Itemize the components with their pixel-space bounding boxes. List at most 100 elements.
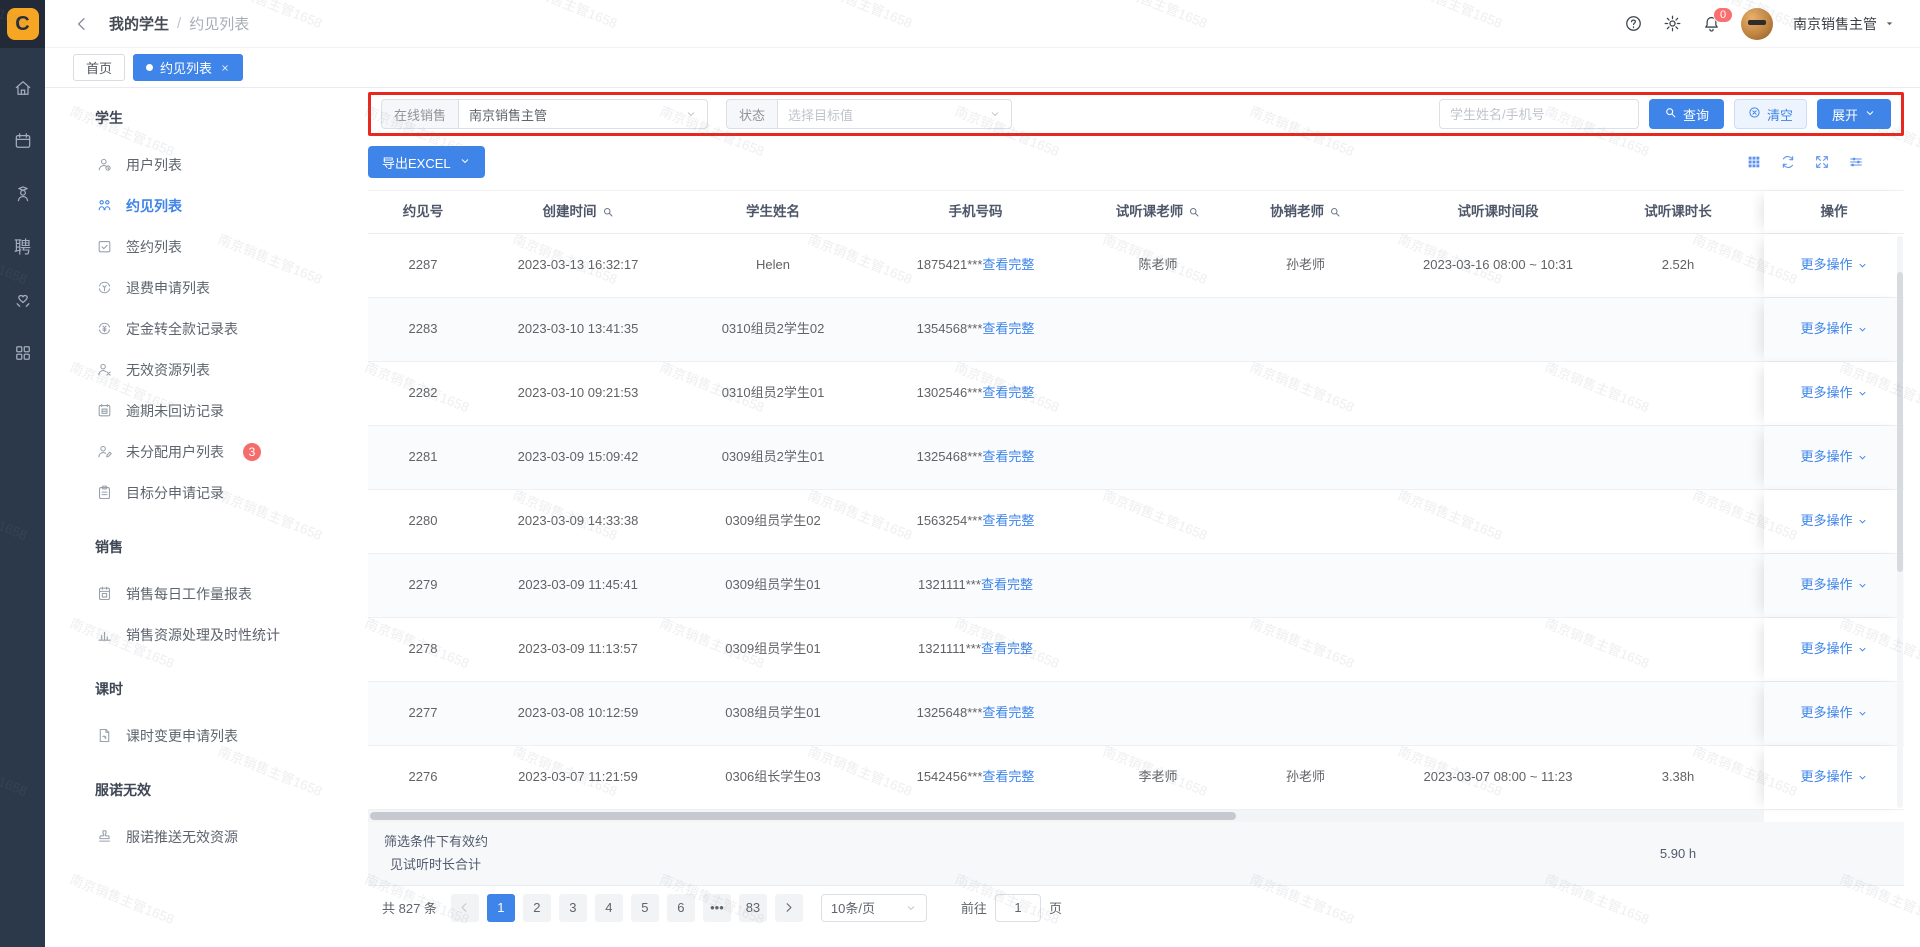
more-actions-link[interactable]: 更多操作 (1800, 448, 1867, 466)
view-full-link[interactable]: 查看完整 (982, 512, 1034, 530)
view-full-link[interactable]: 查看完整 (981, 640, 1033, 658)
app-logo[interactable]: C (0, 0, 45, 48)
column-search-icon[interactable] (602, 206, 614, 218)
back-button[interactable] (73, 15, 91, 33)
tool-sliders-button[interactable] (1848, 154, 1864, 170)
summary-label-line1: 筛选条件下有效约 (384, 834, 489, 849)
view-full-link[interactable]: 查看完整 (982, 384, 1034, 402)
cell-actions: 更多操作 (1764, 362, 1904, 425)
sidebar-item[interactable]: 用户列表 (95, 144, 346, 185)
tab-meeting-list[interactable]: 约见列表 (133, 54, 244, 81)
sidebar-item[interactable]: 未分配用户列表 3 (95, 431, 346, 472)
student-search-input[interactable] (1438, 99, 1639, 129)
sidebar-item[interactable]: 无效资源列表 (95, 349, 346, 390)
more-actions-link[interactable]: 更多操作 (1800, 768, 1867, 786)
export-excel-button[interactable]: 导出EXCEL (368, 146, 485, 178)
sidebar-item[interactable]: 定金转全款记录表 (95, 308, 346, 349)
goto-page-input[interactable] (994, 893, 1041, 922)
pagination-page-button[interactable]: 5 (630, 893, 659, 922)
view-full-link[interactable]: 查看完整 (982, 448, 1034, 466)
pagination-page-button[interactable]: 1 (486, 893, 515, 922)
cell-student: 0309组员2学生01 (721, 449, 825, 465)
pagination-more-button[interactable]: ••• (702, 893, 731, 922)
active-dot-icon (146, 64, 154, 71)
sidebar-item[interactable]: 销售每日工作量报表 (95, 573, 346, 614)
chevron-down-icon (687, 112, 695, 116)
cell-actions: 更多操作 (1764, 746, 1904, 809)
cell-actions: 更多操作 (1764, 682, 1904, 745)
tool-expand-button[interactable] (1814, 154, 1830, 170)
clear-button[interactable]: 清空 (1733, 99, 1807, 129)
caret-down-icon (1886, 22, 1893, 26)
rail-grid-button[interactable] (11, 341, 35, 365)
pagination-prev-button[interactable] (450, 893, 479, 922)
chevron-down-icon (1857, 772, 1868, 783)
sidebar-item[interactable]: 约见列表 (95, 185, 346, 226)
pagination-page-button[interactable]: 3 (558, 893, 587, 922)
more-actions-link[interactable]: 更多操作 (1800, 704, 1867, 722)
search-button[interactable]: 查询 (1648, 99, 1724, 129)
close-icon[interactable] (220, 63, 230, 73)
sidebar-item[interactable]: 服诺推送无效资源 (95, 816, 346, 857)
tool-grid-filled-button[interactable] (1746, 154, 1762, 170)
cell-assist-teacher: 孙老师 (1285, 257, 1325, 273)
more-actions-link[interactable]: 更多操作 (1800, 640, 1867, 658)
pagination-page-button[interactable]: 2 (522, 893, 551, 922)
sidebar-item[interactable]: 目标分申请记录 (95, 472, 346, 513)
chevron-down-icon (907, 906, 915, 910)
rail-pin-char-button[interactable]: 聘 (11, 235, 35, 259)
vertical-scrollbar-thumb[interactable] (1897, 272, 1903, 572)
sidebar-item[interactable]: 退费申请列表 (95, 267, 346, 308)
tool-refresh-button[interactable] (1780, 154, 1796, 170)
phone-masked: 1325468*** (916, 449, 983, 465)
view-full-link[interactable]: 查看完整 (982, 768, 1034, 786)
online-sales-select[interactable]: 南京销售主管 (458, 99, 709, 129)
sidebar-item[interactable]: 销售资源处理及时性统计 (95, 614, 346, 655)
view-full-link[interactable]: 查看完整 (982, 256, 1034, 274)
pagination-goto: 前往 页 (961, 893, 1062, 922)
pagination-page-button[interactable]: 4 (594, 893, 623, 922)
column-search-icon[interactable] (1188, 206, 1200, 218)
sidebar: 学生 用户列表 约见列表 签约列表 退费申请列表 定金转全款记录表 无效资源列表 逾期未回访记… (45, 88, 356, 947)
settings-button[interactable] (1663, 14, 1682, 33)
pagination-page-button[interactable]: 6 (666, 893, 695, 922)
view-full-link[interactable]: 查看完整 (982, 704, 1034, 722)
column-search-icon[interactable] (1329, 206, 1341, 218)
status-select[interactable]: 选择目标值 (777, 99, 1013, 129)
sidebar-item[interactable]: 签约列表 (95, 226, 346, 267)
more-actions-link[interactable]: 更多操作 (1800, 320, 1867, 338)
cell-created: 2023-03-09 11:13:57 (518, 641, 638, 657)
avatar[interactable] (1741, 7, 1773, 40)
view-full-link[interactable]: 查看完整 (982, 320, 1034, 338)
rail-teacher-button[interactable] (11, 182, 35, 206)
tab-home[interactable]: 首页 (73, 54, 126, 81)
sidebar-item[interactable]: 课时变更申请列表 (95, 715, 346, 756)
notifications-button[interactable]: 0 (1702, 7, 1733, 33)
user-menu[interactable]: 南京销售主管 (1793, 14, 1896, 34)
view-full-link[interactable]: 查看完整 (981, 576, 1033, 594)
expand-button[interactable]: 展开 (1816, 99, 1891, 129)
horizontal-scrollbar[interactable] (368, 810, 1764, 822)
help-button[interactable] (1624, 14, 1643, 33)
breadcrumb-parent[interactable]: 我的学生 (109, 13, 169, 34)
cell-phone: 1875421*** 查看完整 (868, 256, 1083, 274)
sidebar-item[interactable]: 逾期未回访记录 (95, 390, 346, 431)
pagination-page-button[interactable]: 83 (738, 893, 767, 922)
page: C 聘 我的学生 / 约见列表 0 南京销售主管 首页 约见列表 学生 用户列表 约见… (0, 0, 1920, 947)
vertical-scrollbar[interactable] (1897, 236, 1903, 808)
pagination-next-button[interactable] (774, 893, 803, 922)
online-sales-filter: 在线销售 南京销售主管 (381, 99, 709, 129)
chevron-down-icon (1859, 455, 1865, 460)
page-size-select[interactable]: 10条/页 (820, 893, 927, 922)
cell-phone: 1321111*** 查看完整 (868, 640, 1083, 658)
more-actions-link[interactable]: 更多操作 (1800, 384, 1867, 402)
more-actions-link[interactable]: 更多操作 (1800, 576, 1867, 594)
sidebar-item-label: 退费申请列表 (126, 279, 210, 296)
more-actions-link[interactable]: 更多操作 (1800, 512, 1867, 530)
phone-masked: 1302546*** (916, 385, 983, 401)
rail-heart-button[interactable] (11, 288, 35, 312)
rail-home-button[interactable] (11, 76, 35, 100)
rail-calendar-button[interactable] (11, 129, 35, 153)
more-actions-link[interactable]: 更多操作 (1800, 256, 1867, 274)
horizontal-scrollbar-thumb[interactable] (370, 812, 1236, 820)
